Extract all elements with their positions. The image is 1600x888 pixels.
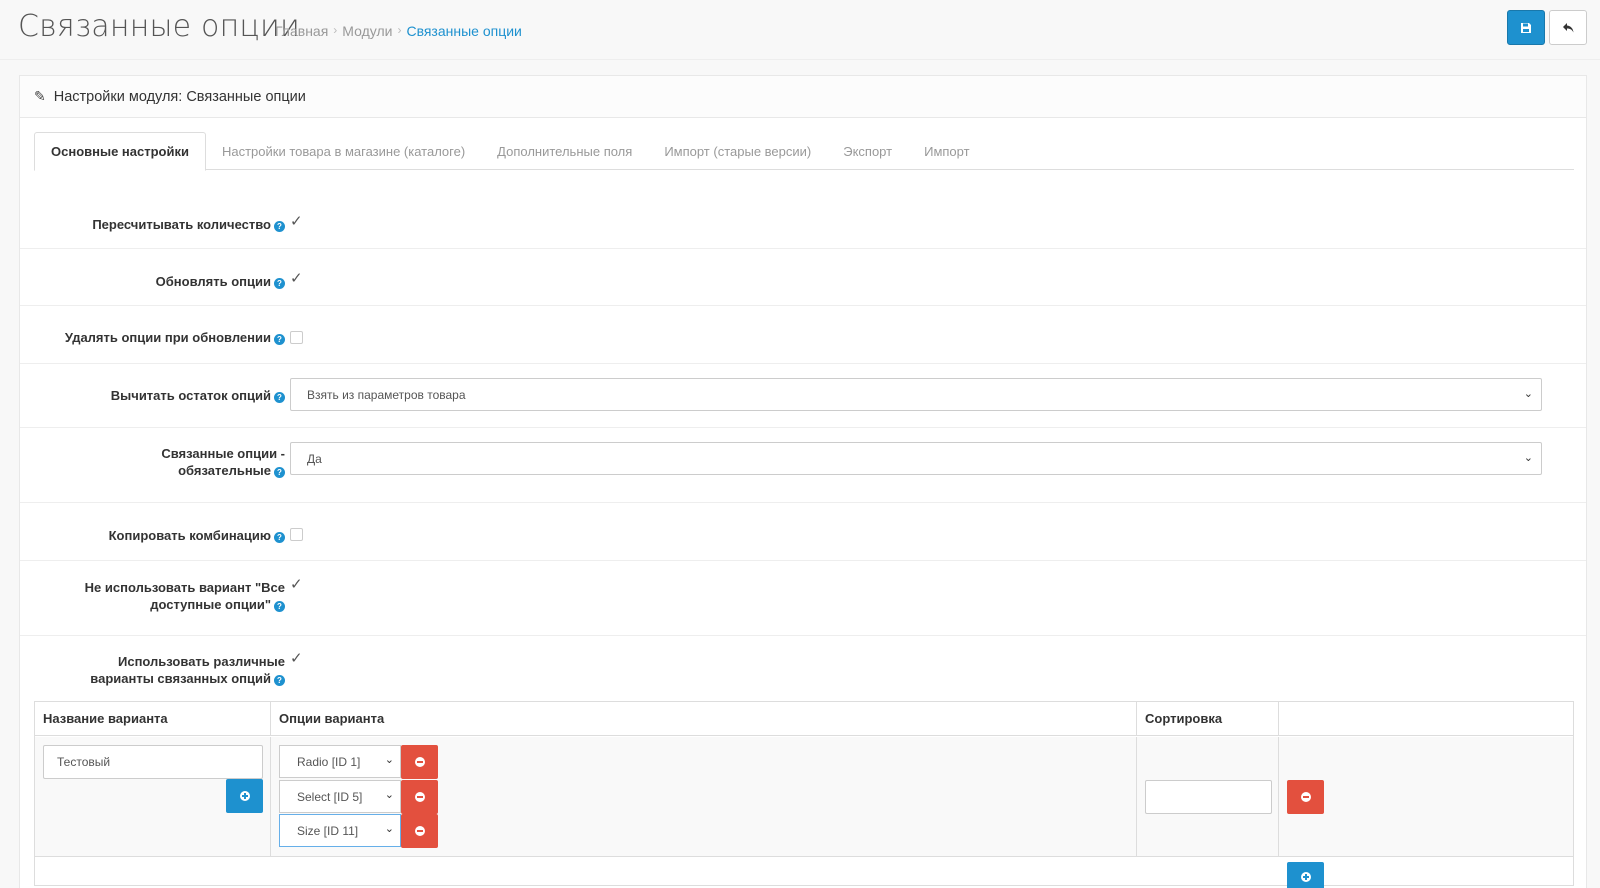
- help-icon[interactable]: ?: [274, 334, 285, 345]
- help-icon[interactable]: ?: [274, 675, 285, 686]
- panel-title: Настройки модуля: Связанные опции: [53, 88, 306, 105]
- setting-row: Использовать различные варианты связанных…: [20, 636, 1586, 701]
- remove-variant-button[interactable]: [1287, 780, 1324, 814]
- setting-row: Копировать комбинацию?: [20, 503, 1586, 561]
- variant-name-input[interactable]: Тестовый: [43, 745, 263, 779]
- setting-label: Обновлять опции?: [156, 273, 285, 290]
- plus-circle-icon: [1300, 872, 1311, 882]
- chevron-down-icon: ⌄: [1523, 388, 1533, 400]
- minus-circle-icon: [414, 757, 425, 767]
- save-icon: [1521, 22, 1531, 33]
- variant-sort-cell: [1137, 737, 1279, 857]
- setting-label: Использовать различные варианты связанных…: [90, 654, 285, 686]
- help-icon[interactable]: ?: [274, 467, 285, 478]
- panel-heading: ✎ Настройки модуля: Связанные опции: [20, 76, 1586, 118]
- add-variant-button[interactable]: [1287, 862, 1324, 888]
- back-button[interactable]: [1549, 10, 1587, 45]
- minus-circle-icon: [414, 826, 425, 836]
- breadcrumb-current[interactable]: Связанные опции: [406, 23, 521, 39]
- help-icon[interactable]: ?: [274, 532, 285, 543]
- breadcrumb-modules[interactable]: Модули: [342, 23, 392, 39]
- settings-panel: ✎ Настройки модуля: Связанные опции Осно…: [19, 75, 1587, 888]
- column-header: [1279, 702, 1573, 736]
- variant-option-select[interactable]: Radio [ID 1] ⌄: [279, 745, 401, 778]
- help-icon[interactable]: ?: [274, 278, 285, 289]
- pencil-icon: ✎: [34, 88, 46, 104]
- setting-label: Копировать комбинацию?: [109, 527, 285, 544]
- breadcrumb: Главная › Модули › Связанные опции: [275, 23, 522, 39]
- variant-option-select[interactable]: Select [ID 5] ⌄: [279, 780, 401, 813]
- use-variants-checkbox[interactable]: [290, 649, 303, 667]
- add-option-button[interactable]: [226, 779, 263, 813]
- chevron-down-icon: ⌄: [1523, 452, 1533, 464]
- setting-row: Вычитать остаток опций? Взять из парамет…: [20, 364, 1586, 428]
- breadcrumb-separator: ›: [397, 23, 402, 37]
- variant-options-cell: Radio [ID 1] ⌄ Select [ID 5] ⌄ Size [ID 11…: [271, 737, 1137, 857]
- recalc-qty-checkbox[interactable]: [290, 212, 303, 230]
- setting-row: Удалять опции при обновлении?: [20, 306, 1586, 364]
- remove-option-button[interactable]: [401, 745, 438, 779]
- page-title: Связанные опции: [18, 9, 300, 44]
- setting-row: Не использовать вариант "Все доступные оп…: [20, 561, 1586, 636]
- setting-row: Пересчитывать количество?: [20, 191, 1586, 249]
- variant-option-select[interactable]: Size [ID 11] ⌄: [279, 814, 401, 847]
- tab-export[interactable]: Экспорт: [827, 132, 908, 170]
- required-select[interactable]: Да ⌄: [290, 442, 1542, 475]
- chevron-down-icon: ⌄: [384, 823, 394, 835]
- setting-label: Удалять опции при обновлении?: [65, 329, 285, 346]
- delete-options-checkbox[interactable]: [290, 331, 303, 344]
- variant-sort-input[interactable]: [1145, 780, 1272, 814]
- variant-actions-cell: [1279, 737, 1573, 857]
- setting-label: Не использовать вариант "Все доступные оп…: [84, 580, 285, 612]
- help-icon[interactable]: ?: [274, 392, 285, 403]
- page-header: Связанные опции Главная › Модули › Связа…: [0, 0, 1600, 60]
- tab-product-settings[interactable]: Настройки товара в магазине (каталоге): [206, 132, 481, 170]
- tab-import[interactable]: Импорт: [908, 132, 985, 170]
- minus-circle-icon: [414, 792, 425, 802]
- help-icon[interactable]: ?: [274, 221, 285, 232]
- setting-label: Пересчитывать количество?: [92, 216, 285, 233]
- tab-import-old[interactable]: Импорт (старые версии): [648, 132, 827, 170]
- no-all-variant-checkbox[interactable]: [290, 575, 303, 593]
- remove-option-button[interactable]: [401, 814, 438, 848]
- table-header: Название варианта Опции варианта Сортиро…: [35, 702, 1573, 736]
- setting-row: Связанные опции - обязательные? Да ⌄: [20, 428, 1586, 503]
- setting-label: Вычитать остаток опций?: [111, 387, 285, 404]
- column-header: Название варианта: [35, 702, 271, 736]
- tab-extra-fields[interactable]: Дополнительные поля: [481, 132, 648, 170]
- update-options-checkbox[interactable]: [290, 269, 303, 287]
- plus-circle-icon: [239, 791, 250, 801]
- copy-combination-checkbox[interactable]: [290, 528, 303, 541]
- subtract-stock-select[interactable]: Взять из параметров товара ⌄: [290, 378, 1542, 411]
- table-row: Тестовый Radio [ID 1] ⌄ Select [ID 5] ⌄ Si…: [35, 737, 1573, 857]
- chevron-down-icon: ⌄: [384, 754, 394, 766]
- column-header: Сортировка: [1137, 702, 1279, 736]
- column-header: Опции варианта: [271, 702, 1137, 736]
- breadcrumb-separator: ›: [333, 23, 338, 37]
- remove-option-button[interactable]: [401, 780, 438, 814]
- save-button[interactable]: [1507, 10, 1545, 45]
- setting-row: Обновлять опции?: [20, 249, 1586, 306]
- tab-bar: Основные настройки Настройки товара в ма…: [34, 132, 1574, 171]
- tab-main-settings[interactable]: Основные настройки: [34, 132, 206, 171]
- minus-circle-icon: [1300, 792, 1311, 802]
- help-icon[interactable]: ?: [274, 601, 285, 612]
- breadcrumb-home[interactable]: Главная: [275, 23, 328, 39]
- variants-table: Название варианта Опции варианта Сортиро…: [34, 701, 1574, 888]
- variant-name-cell: Тестовый: [35, 737, 271, 857]
- chevron-down-icon: ⌄: [384, 789, 394, 801]
- setting-label: Связанные опции - обязательные?: [161, 446, 285, 478]
- reply-icon: [1562, 22, 1573, 32]
